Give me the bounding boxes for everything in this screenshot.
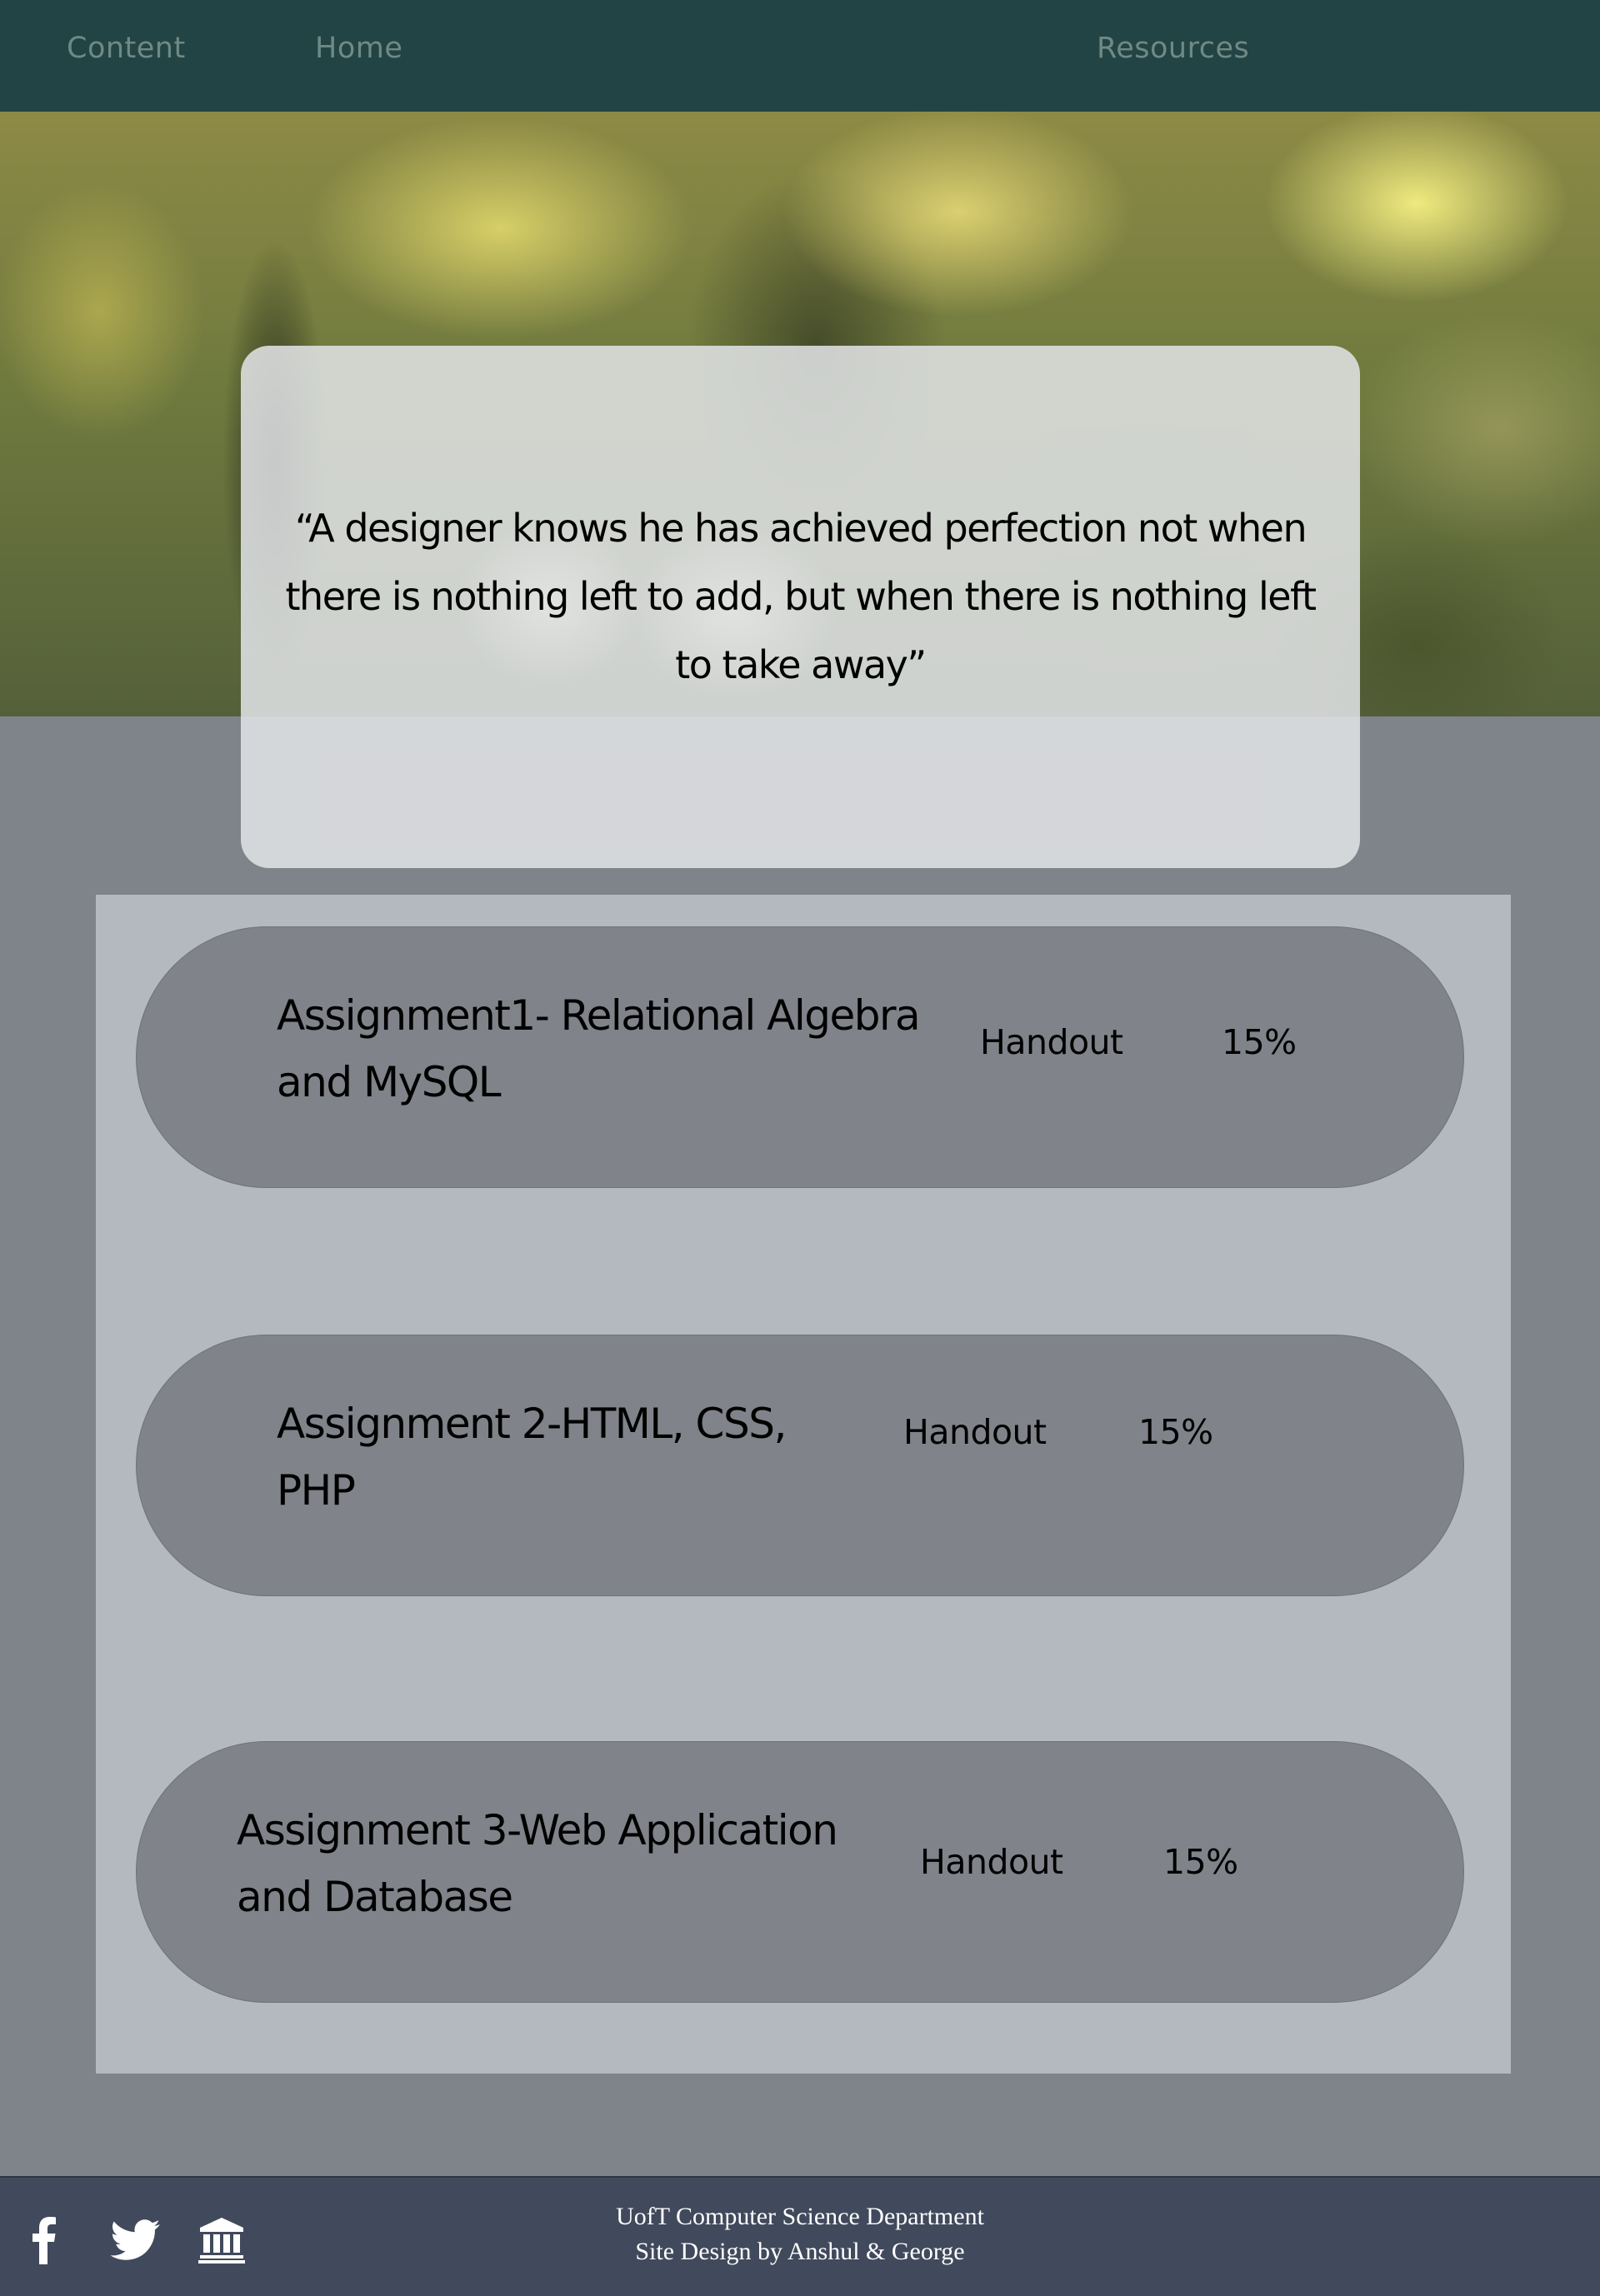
footer-department: UofT Computer Science Department [616, 2203, 984, 2230]
assignment-title: Assignment 2-HTML, CSS, PHP [277, 1400, 787, 1515]
quote-text: “A designer knows he has achieved perfec… [285, 506, 1317, 687]
handout-link[interactable]: Handout [903, 1412, 1047, 1452]
facebook-icon [32, 2217, 56, 2264]
facebook-link[interactable] [20, 2214, 70, 2264]
quote-card: “A designer knows he has achieved perfec… [241, 346, 1360, 868]
assignment-weight: 15% [1138, 1412, 1213, 1452]
top-nav: Content Home Resources [0, 0, 1600, 112]
handout-link[interactable]: Handout [980, 1022, 1123, 1062]
assignment-row: Assignment1- Relational Algebra and MySQ… [136, 926, 1464, 1188]
assignment-title: Assignment1- Relational Algebra and MySQ… [277, 991, 921, 1106]
university-link[interactable] [197, 2214, 247, 2264]
footer-credits: UofT Computer Science Department Site De… [467, 2199, 1133, 2269]
assignments-panel: Assignment1- Relational Algebra and MySQ… [96, 895, 1511, 2074]
assignment-title: Assignment 3-Web Application and Databas… [237, 1806, 838, 1921]
assignment-row: Assignment 2-HTML, CSS, PHP Handout 15% [136, 1335, 1464, 1596]
twitter-link[interactable] [110, 2214, 162, 2264]
footer-site-design: Site Design by Anshul & George [635, 2238, 965, 2265]
assignment-weight: 15% [1163, 1842, 1238, 1882]
twitter-icon [110, 2219, 160, 2260]
nav-link-resources[interactable]: Resources [1097, 32, 1249, 65]
university-icon [198, 2218, 245, 2264]
handout-link[interactable]: Handout [920, 1842, 1063, 1882]
assignment-row: Assignment 3-Web Application and Databas… [136, 1741, 1464, 2003]
footer: UofT Computer Science Department Site De… [0, 2176, 1600, 2296]
nav-link-content[interactable]: Content [67, 32, 186, 65]
nav-link-home[interactable]: Home [315, 32, 402, 65]
assignment-weight: 15% [1222, 1022, 1297, 1062]
